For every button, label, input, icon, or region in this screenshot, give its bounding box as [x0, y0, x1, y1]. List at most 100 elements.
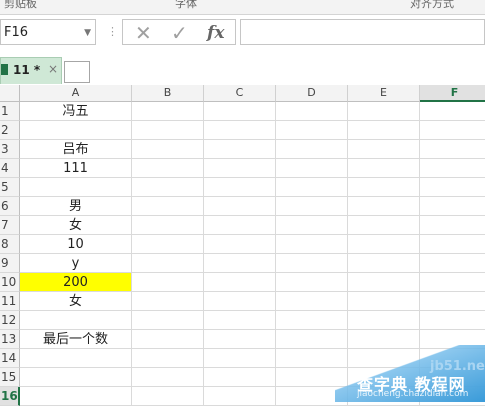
cell-f7[interactable]: [420, 216, 485, 235]
cell-b3[interactable]: [132, 140, 204, 159]
cell-d6[interactable]: [276, 197, 348, 216]
cell-d11[interactable]: [276, 292, 348, 311]
row-header[interactable]: 3: [0, 140, 20, 159]
cell-b15[interactable]: [132, 368, 204, 387]
cell-d10[interactable]: [276, 273, 348, 292]
cell-e4[interactable]: [348, 159, 420, 178]
cell-c16[interactable]: [204, 387, 276, 406]
name-box[interactable]: F16 ▼: [0, 19, 96, 45]
cell-a4[interactable]: 111: [20, 159, 132, 178]
cell-f2[interactable]: [420, 121, 485, 140]
cell-c4[interactable]: [204, 159, 276, 178]
cell-d8[interactable]: [276, 235, 348, 254]
cell-a11[interactable]: 女: [20, 292, 132, 311]
cell-c3[interactable]: [204, 140, 276, 159]
cell-d12[interactable]: [276, 311, 348, 330]
row-header[interactable]: 5: [0, 178, 20, 197]
enter-icon[interactable]: ✓: [171, 21, 188, 45]
cell-b11[interactable]: [132, 292, 204, 311]
cell-b10[interactable]: [132, 273, 204, 292]
close-icon[interactable]: ×: [48, 62, 58, 76]
row-header[interactable]: 14: [0, 349, 20, 368]
cell-a7[interactable]: 女: [20, 216, 132, 235]
cell-a15[interactable]: [20, 368, 132, 387]
cell-b6[interactable]: [132, 197, 204, 216]
cell-f8[interactable]: [420, 235, 485, 254]
cell-f12[interactable]: [420, 311, 485, 330]
cell-f1[interactable]: [420, 102, 485, 121]
row-header[interactable]: 9: [0, 254, 20, 273]
cell-a9[interactable]: y: [20, 254, 132, 273]
new-sheet-button[interactable]: [64, 61, 90, 83]
cell-e3[interactable]: [348, 140, 420, 159]
cell-c12[interactable]: [204, 311, 276, 330]
cell-a6[interactable]: 男: [20, 197, 132, 216]
row-header[interactable]: 16: [0, 387, 20, 406]
cell-d9[interactable]: [276, 254, 348, 273]
cell-f3[interactable]: [420, 140, 485, 159]
column-header-a[interactable]: A: [20, 85, 132, 102]
column-header-c[interactable]: C: [204, 85, 276, 102]
row-header[interactable]: 11: [0, 292, 20, 311]
cell-b4[interactable]: [132, 159, 204, 178]
cell-c13[interactable]: [204, 330, 276, 349]
cell-f5[interactable]: [420, 178, 485, 197]
cell-b8[interactable]: [132, 235, 204, 254]
row-header[interactable]: 13: [0, 330, 20, 349]
cell-a16[interactable]: [20, 387, 132, 406]
select-all-corner[interactable]: [0, 85, 20, 102]
row-header[interactable]: 7: [0, 216, 20, 235]
cell-b16[interactable]: [132, 387, 204, 406]
cell-b2[interactable]: [132, 121, 204, 140]
cell-c14[interactable]: [204, 349, 276, 368]
cell-a5[interactable]: [20, 178, 132, 197]
row-header[interactable]: 4: [0, 159, 20, 178]
row-header[interactable]: 6: [0, 197, 20, 216]
cell-d5[interactable]: [276, 178, 348, 197]
row-header[interactable]: 12: [0, 311, 20, 330]
cell-b9[interactable]: [132, 254, 204, 273]
cell-e12[interactable]: [348, 311, 420, 330]
row-header[interactable]: 1: [0, 102, 20, 121]
chevron-down-icon[interactable]: ▼: [84, 28, 91, 38]
cell-a12[interactable]: [20, 311, 132, 330]
cell-b7[interactable]: [132, 216, 204, 235]
cell-c10[interactable]: [204, 273, 276, 292]
cell-e2[interactable]: [348, 121, 420, 140]
cell-a3[interactable]: 吕布: [20, 140, 132, 159]
cell-b13[interactable]: [132, 330, 204, 349]
cell-d4[interactable]: [276, 159, 348, 178]
cell-c8[interactable]: [204, 235, 276, 254]
cell-d2[interactable]: [276, 121, 348, 140]
cell-c7[interactable]: [204, 216, 276, 235]
cell-c1[interactable]: [204, 102, 276, 121]
cell-b1[interactable]: [132, 102, 204, 121]
column-header-d[interactable]: D: [276, 85, 348, 102]
cancel-icon[interactable]: ✕: [135, 21, 152, 45]
cell-f9[interactable]: [420, 254, 485, 273]
cell-e8[interactable]: [348, 235, 420, 254]
cell-e1[interactable]: [348, 102, 420, 121]
cell-b14[interactable]: [132, 349, 204, 368]
insert-function-icon[interactable]: fx: [207, 23, 224, 43]
cell-a13[interactable]: 最后一个数: [20, 330, 132, 349]
cell-e5[interactable]: [348, 178, 420, 197]
cell-c5[interactable]: [204, 178, 276, 197]
cell-a8[interactable]: 10: [20, 235, 132, 254]
cell-e7[interactable]: [348, 216, 420, 235]
row-header[interactable]: 10: [0, 273, 20, 292]
cell-a2[interactable]: [20, 121, 132, 140]
cell-f6[interactable]: [420, 197, 485, 216]
cell-a10[interactable]: 200: [20, 273, 132, 292]
cell-c11[interactable]: [204, 292, 276, 311]
cell-c15[interactable]: [204, 368, 276, 387]
cell-b5[interactable]: [132, 178, 204, 197]
cell-a1[interactable]: 冯五: [20, 102, 132, 121]
cell-d3[interactable]: [276, 140, 348, 159]
cell-b12[interactable]: [132, 311, 204, 330]
cell-d7[interactable]: [276, 216, 348, 235]
cell-d1[interactable]: [276, 102, 348, 121]
row-header[interactable]: 2: [0, 121, 20, 140]
cell-e6[interactable]: [348, 197, 420, 216]
cell-f10[interactable]: [420, 273, 485, 292]
